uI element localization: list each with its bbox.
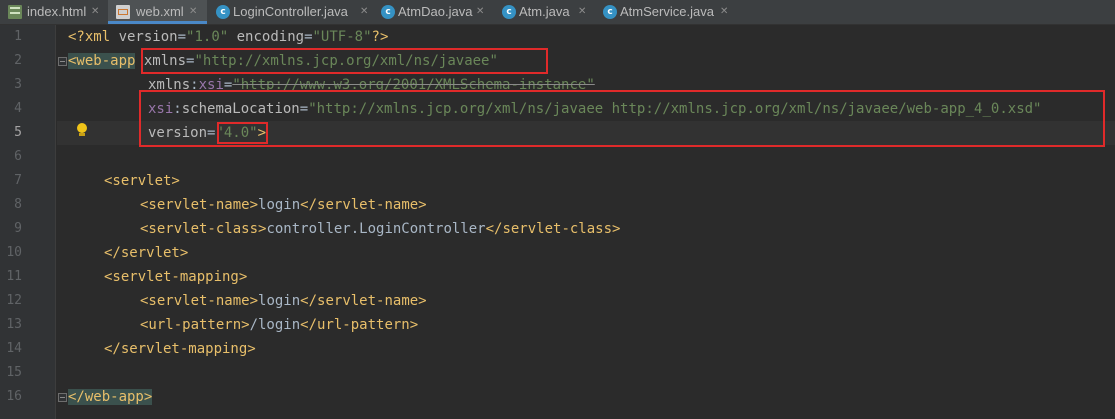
value-version: "1.0" — [186, 29, 229, 45]
tag-url-pattern-close: </url-pattern> — [300, 317, 419, 333]
tab-login-controller[interactable]: c LoginController.java ✕ — [208, 0, 374, 24]
close-icon[interactable]: ✕ — [360, 0, 368, 24]
close-icon[interactable]: ✕ — [476, 0, 484, 24]
xml-file-icon — [116, 5, 130, 19]
java-class-icon: c — [603, 5, 617, 19]
close-icon[interactable]: ✕ — [720, 0, 728, 24]
attr-encoding: encoding — [236, 29, 305, 45]
annotation-box-xmlns — [141, 48, 548, 74]
fold-marker-icon[interactable] — [58, 57, 67, 66]
code-line-9: <servlet-class>controller.LoginControlle… — [140, 217, 620, 241]
code-editor[interactable]: <?xml version="1.0" encoding="UTF-8"?> <… — [0, 25, 1115, 419]
tab-web-xml[interactable]: web.xml ✕ — [108, 0, 207, 24]
annotation-box-schema-version — [139, 90, 1105, 147]
tag-servlet-name-open: <servlet-name> — [140, 293, 259, 309]
editor-tab-bar: index.html ✕ web.xml ✕ c LoginController… — [0, 0, 1115, 25]
code-line-12: <servlet-name>login</servlet-name> — [140, 289, 427, 313]
tab-label: AtmService.java — [620, 4, 714, 19]
code-line-16: </web-app> — [68, 385, 153, 409]
code-line-7: <servlet> — [104, 169, 180, 193]
tab-atm-service[interactable]: c AtmService.java ✕ — [596, 0, 734, 24]
tag-servlet-class-open: <servlet-class> — [140, 221, 267, 237]
code-line-10: </servlet> — [104, 241, 188, 265]
tag-web-app-close: </web-app> — [68, 389, 153, 405]
code-line-1: <?xml version="1.0" encoding="UTF-8"?> — [68, 25, 388, 49]
tag-web-app-open: <web-app — [68, 53, 136, 69]
close-icon[interactable]: ✕ — [189, 0, 197, 24]
tag-servlet-mapping-close: </servlet-mapping> — [104, 341, 256, 357]
lightbulb-icon[interactable] — [76, 123, 88, 137]
tag-servlet-mapping-open: <servlet-mapping> — [104, 269, 248, 285]
tag-servlet-name-open: <servlet-name> — [140, 197, 259, 213]
code-line-8: <servlet-name>login</servlet-name> — [140, 193, 427, 217]
servlet-name-value: login — [258, 293, 301, 309]
url-pattern-value: /login — [249, 317, 301, 333]
close-icon[interactable]: ✕ — [578, 0, 586, 24]
tag-servlet-class-close: </servlet-class> — [485, 221, 621, 237]
java-class-icon: c — [216, 5, 230, 19]
tab-label: index.html — [27, 4, 87, 19]
tab-atm[interactable]: c Atm.java ✕ — [494, 0, 594, 24]
fold-marker-icon[interactable] — [58, 393, 67, 402]
attr-version: version — [118, 29, 178, 45]
html-file-icon — [8, 5, 22, 19]
tag-servlet-close: </servlet> — [104, 245, 189, 261]
code-line-14: </servlet-mapping> — [104, 337, 256, 361]
close-icon[interactable]: ✕ — [91, 0, 99, 24]
pi-open: <?xml — [68, 29, 119, 45]
eq: = — [304, 29, 313, 45]
annotation-box-version-value — [217, 122, 268, 144]
tab-index-html[interactable]: index.html ✕ — [0, 0, 106, 24]
tab-atm-dao[interactable]: c AtmDao.java ✕ — [376, 0, 492, 24]
tab-label: Atm.java — [519, 4, 570, 19]
tag-url-pattern-open: <url-pattern> — [140, 317, 250, 333]
tag-servlet-name-close: </servlet-name> — [300, 293, 427, 309]
code-line-11: <servlet-mapping> — [104, 265, 247, 289]
tag-servlet-open: <servlet> — [104, 173, 180, 189]
code-line-13: <url-pattern>/login</url-pattern> — [140, 313, 418, 337]
java-class-icon: c — [502, 5, 516, 19]
servlet-name-value: login — [258, 197, 301, 213]
tab-label: AtmDao.java — [398, 4, 473, 19]
tab-label: web.xml — [136, 4, 184, 19]
tab-label: LoginController.java — [233, 4, 348, 19]
eq: = — [177, 29, 187, 45]
pi-close: ?> — [371, 29, 389, 45]
java-class-icon: c — [381, 5, 395, 19]
value-encoding: "UTF-8" — [312, 29, 372, 45]
servlet-class-value: controller.LoginController — [266, 221, 486, 237]
tag-servlet-name-close: </servlet-name> — [300, 197, 427, 213]
